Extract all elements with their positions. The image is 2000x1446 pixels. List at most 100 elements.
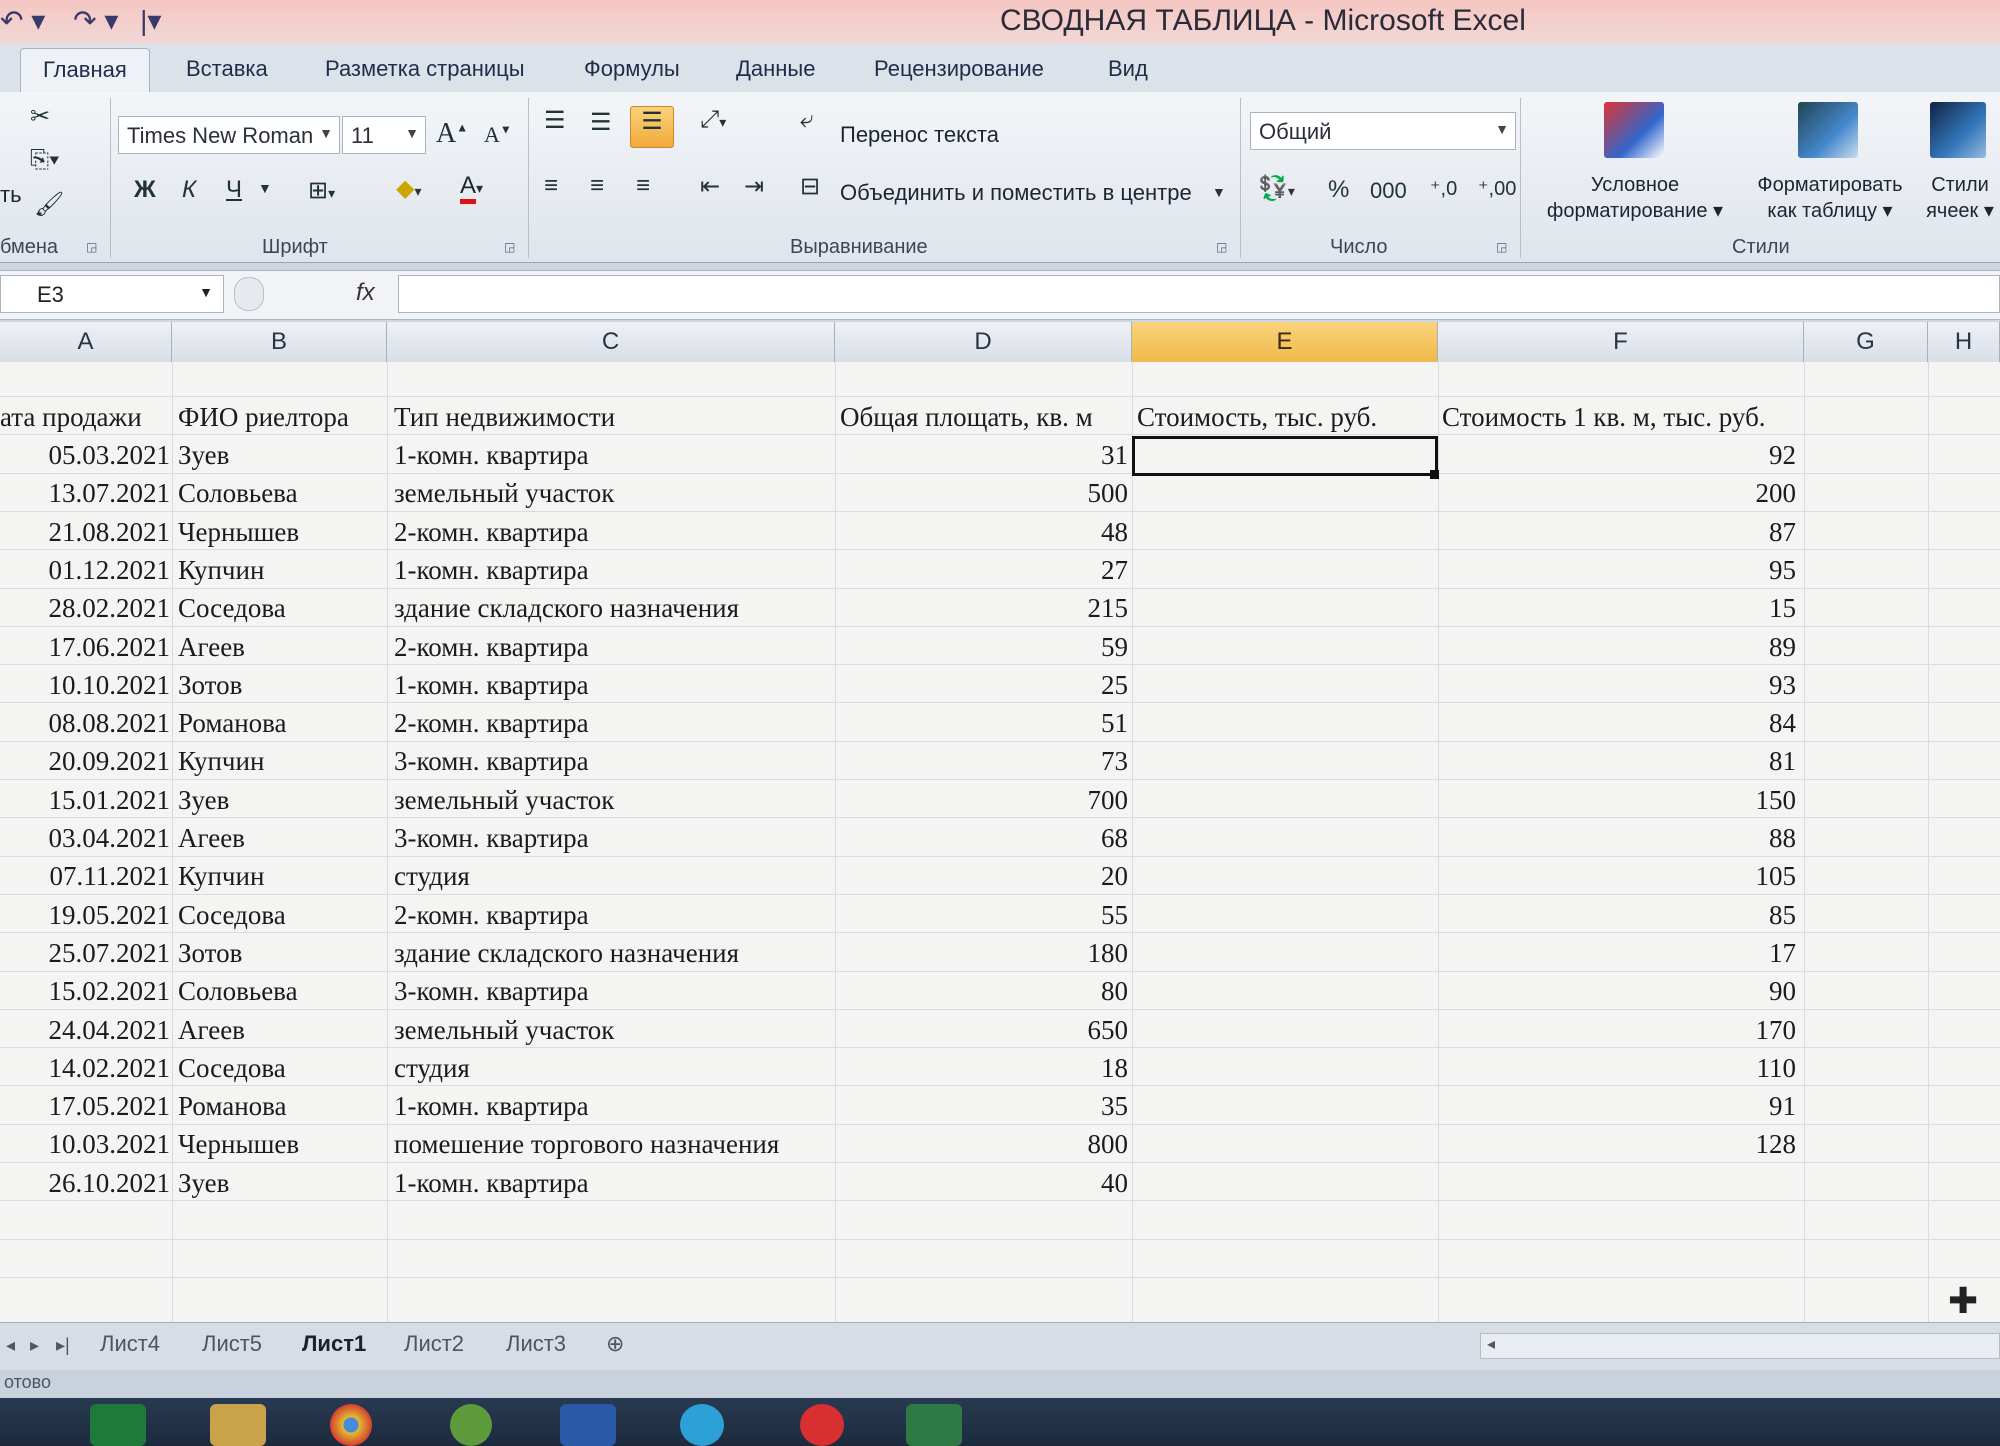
cell-cost[interactable] [1137, 742, 1433, 780]
cell-realtor[interactable]: Чернышев [178, 1125, 386, 1163]
italic-button[interactable]: К [182, 176, 196, 204]
cell-realtor[interactable]: Купчин [178, 857, 386, 895]
sheet-tab-list4[interactable]: Лист4 [100, 1331, 160, 1357]
name-box[interactable]: E3 ▼ [0, 275, 224, 313]
alignment-launcher-icon[interactable]: ◲ [1216, 240, 1227, 254]
align-left-icon[interactable]: ≡ [544, 172, 558, 200]
cell-property-type[interactable]: земельный участок [394, 781, 834, 819]
cell-date[interactable]: 03.04.2021 [0, 819, 171, 857]
fill-handle[interactable] [1430, 470, 1439, 479]
decrease-decimal-icon[interactable]: ⁺,00 [1478, 176, 1516, 201]
cell-cost-per-sqm[interactable]: 150 [1442, 781, 1797, 819]
cell-realtor[interactable]: Агеев [178, 1011, 386, 1049]
cell-styles-icon[interactable] [1930, 102, 1986, 158]
formula-input[interactable] [398, 275, 2000, 313]
cell-realtor[interactable]: Чернышев [178, 513, 386, 551]
chrome-icon[interactable] [330, 1404, 372, 1446]
cell-property-type[interactable]: земельный участок [394, 1011, 834, 1049]
cell-date[interactable]: 13.07.2021 [0, 474, 171, 512]
merge-dropdown-icon[interactable]: ▼ [1212, 184, 1226, 200]
insert-function-icon[interactable]: fx [356, 279, 375, 307]
worksheet-grid[interactable]: ата продажи ФИО риелтора Тип недвижимост… [0, 362, 2000, 1322]
column-header-f[interactable]: F [1438, 322, 1804, 362]
cell-realtor[interactable]: Агеев [178, 819, 386, 857]
column-header-c[interactable]: C [387, 322, 835, 362]
cell-date[interactable]: 10.03.2021 [0, 1125, 171, 1163]
cell-cost-per-sqm[interactable]: 85 [1442, 896, 1796, 934]
number-format-select[interactable]: Общий ▼ [1250, 112, 1516, 150]
cell-property-type[interactable]: 3-комн. квартира [394, 972, 834, 1010]
telegram-icon[interactable] [680, 1404, 724, 1446]
cell-cost[interactable] [1137, 1049, 1433, 1087]
cell-property-type[interactable]: помешение торгового назначения [394, 1125, 834, 1163]
cell-cost[interactable] [1137, 934, 1433, 972]
borders-icon[interactable]: ⊞▾ [308, 176, 335, 205]
font-name-select[interactable]: Times New Roman ▼ [118, 116, 340, 154]
cell-cost[interactable] [1137, 1011, 1433, 1049]
cell-cost-per-sqm[interactable]: 93 [1442, 666, 1796, 704]
cell-cost-per-sqm[interactable]: 95 [1442, 551, 1796, 589]
cell-area[interactable]: 800 [840, 1125, 1129, 1163]
cell-cost-per-sqm[interactable]: 17 [1442, 934, 1796, 972]
tab-home[interactable]: Главная [20, 48, 150, 92]
cell-realtor[interactable]: Купчин [178, 742, 386, 780]
scroll-left-icon[interactable]: ◂ [1487, 1334, 1495, 1354]
column-header-h[interactable]: H [1928, 322, 2000, 362]
cell-area[interactable]: 35 [840, 1087, 1128, 1125]
cell-cost-per-sqm[interactable]: 105 [1442, 857, 1797, 895]
insert-sheet-icon[interactable]: ⊕ [606, 1331, 624, 1357]
cell-realtor[interactable]: Романова [178, 704, 386, 742]
tab-insert[interactable]: Вставка [186, 56, 268, 82]
cell-realtor[interactable]: Соловьева [178, 972, 386, 1010]
cell-property-type[interactable]: 1-комн. квартира [394, 1164, 834, 1202]
cell-property-type[interactable]: 1-комн. квартира [394, 1087, 834, 1125]
quick-access-toolbar[interactable]: ↶ ▾ ↷ ▾ |▾ [0, 4, 161, 37]
sheet-tab-list5[interactable]: Лист5 [202, 1331, 262, 1357]
cell-cost-per-sqm[interactable] [1442, 1164, 1796, 1202]
sheet-tab-list2[interactable]: Лист2 [404, 1331, 464, 1357]
cell-cost[interactable] [1137, 589, 1433, 627]
cell-realtor[interactable]: Романова [178, 1087, 386, 1125]
cell-area[interactable]: 25 [840, 666, 1128, 704]
cell-area[interactable]: 80 [840, 972, 1128, 1010]
cell-realtor[interactable]: Зуев [178, 436, 386, 474]
cell-realtor[interactable]: Агеев [178, 628, 386, 666]
yandex-browser-icon[interactable] [800, 1404, 844, 1446]
selected-cell-e3[interactable] [1132, 436, 1438, 476]
cell-property-type[interactable]: здание складского назначения [394, 934, 834, 972]
cell-cost-per-sqm[interactable]: 90 [1442, 972, 1796, 1010]
conditional-formatting-icon[interactable] [1604, 102, 1664, 158]
header-cell-c[interactable]: Тип недвижимости [394, 398, 834, 436]
cell-cost-per-sqm[interactable]: 92 [1442, 436, 1796, 474]
cell-date[interactable]: 28.02.2021 [0, 589, 171, 627]
cell-date[interactable]: 21.08.2021 [0, 513, 171, 551]
cell-property-type[interactable]: 3-комн. квартира [394, 742, 834, 780]
cell-area[interactable]: 68 [840, 819, 1128, 857]
tab-review[interactable]: Рецензирование [874, 56, 1044, 82]
cell-area[interactable]: 700 [840, 781, 1129, 819]
cell-area[interactable]: 51 [840, 704, 1128, 742]
cell-area[interactable]: 215 [840, 589, 1129, 627]
cell-property-type[interactable]: 1-комн. квартира [394, 666, 834, 704]
store-icon[interactable] [90, 1404, 146, 1446]
thousands-button[interactable]: 000 [1370, 178, 1407, 204]
align-bottom-icon[interactable]: ☰ [630, 106, 674, 148]
cell-cost[interactable] [1137, 666, 1433, 704]
underline-button[interactable]: Ч [226, 176, 242, 204]
next-sheet-icon[interactable]: ▸ [30, 1335, 39, 1356]
cell-cost[interactable] [1137, 704, 1433, 742]
cell-area[interactable]: 500 [840, 474, 1129, 512]
cell-realtor[interactable]: Соседова [178, 589, 386, 627]
cell-property-type[interactable]: студия [394, 1049, 834, 1087]
column-header-g[interactable]: G [1804, 322, 1928, 362]
cell-date[interactable]: 10.10.2021 [0, 666, 171, 704]
cell-realtor[interactable]: Зуев [178, 1164, 386, 1202]
align-middle-icon[interactable]: ☰ [590, 108, 612, 137]
format-painter-icon[interactable]: 🖌 [34, 190, 64, 219]
column-header-a[interactable]: A [0, 322, 172, 362]
cell-cost[interactable] [1137, 474, 1433, 512]
cell-property-type[interactable]: 2-комн. квартира [394, 896, 834, 934]
cell-realtor[interactable]: Зотов [178, 934, 386, 972]
cell-area[interactable]: 48 [840, 513, 1128, 551]
cell-property-type[interactable]: 3-комн. квартира [394, 819, 834, 857]
